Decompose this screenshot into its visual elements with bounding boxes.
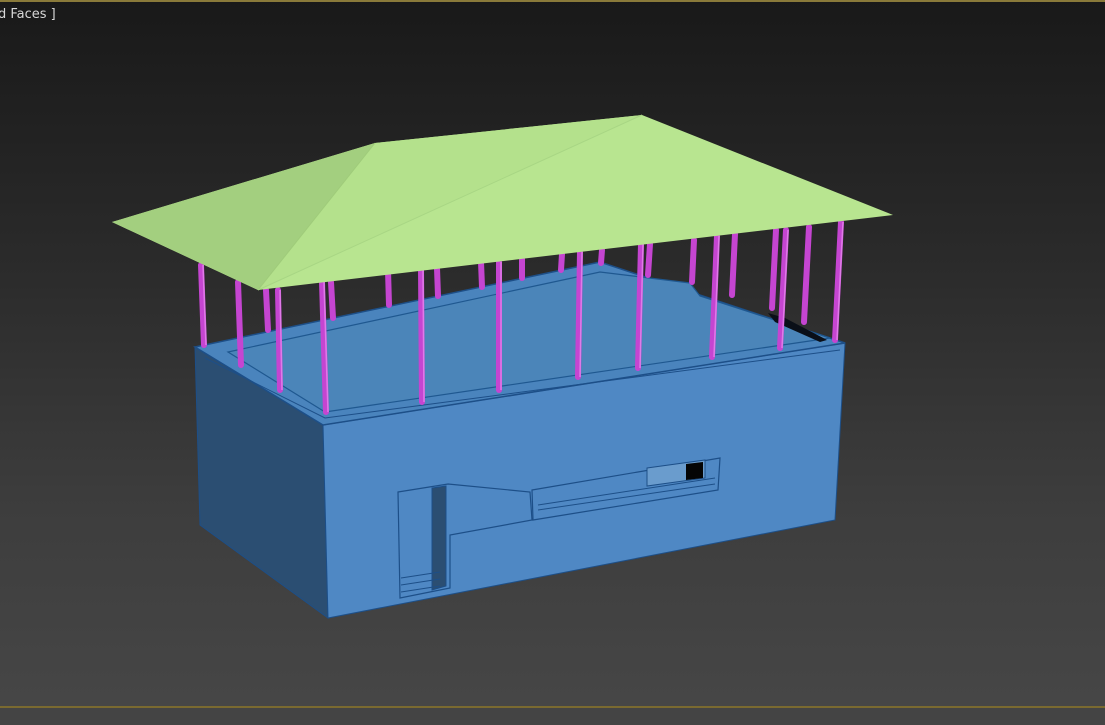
column	[769, 227, 779, 311]
viewport-bottom-strip	[0, 708, 1105, 725]
column	[418, 265, 425, 405]
column	[328, 279, 336, 321]
column	[558, 251, 565, 273]
column	[801, 224, 812, 325]
column	[645, 241, 653, 278]
column	[235, 279, 244, 368]
column	[263, 287, 271, 333]
column	[689, 237, 697, 285]
column	[434, 265, 441, 299]
scene-canvas[interactable]	[0, 0, 1105, 706]
column	[598, 247, 605, 266]
column	[478, 259, 485, 290]
perspective-viewport[interactable]: d Faces ]	[0, 0, 1105, 725]
column	[385, 267, 392, 308]
column	[729, 231, 738, 298]
